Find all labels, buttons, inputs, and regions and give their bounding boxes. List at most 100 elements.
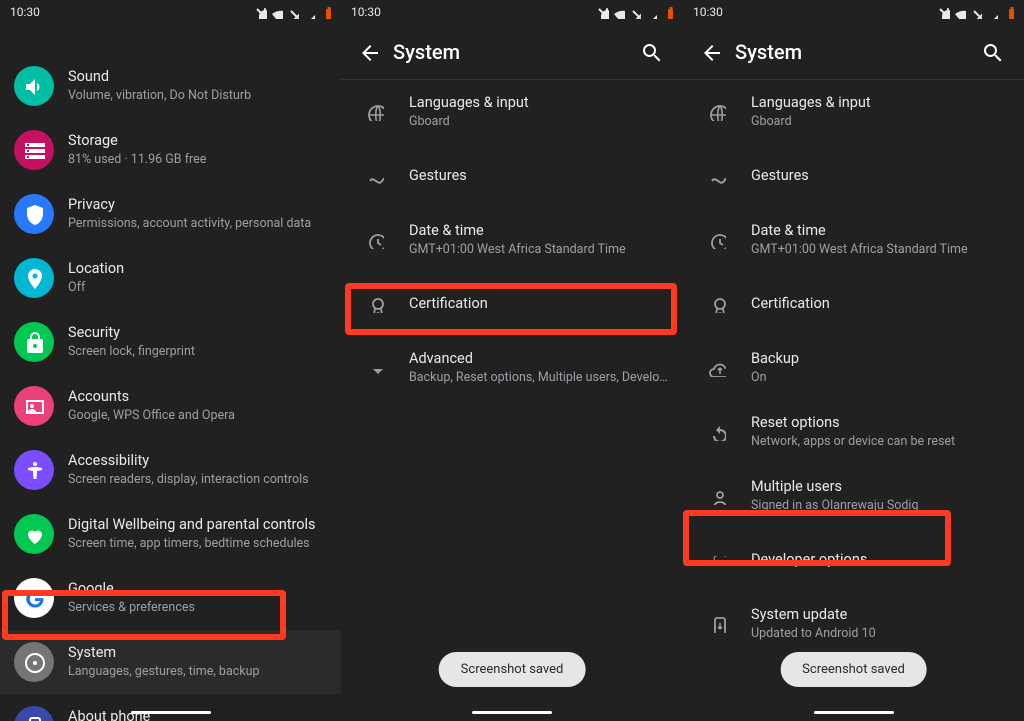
item-title: Sound bbox=[68, 67, 251, 87]
signal-icon bbox=[643, 5, 657, 19]
accounts-icon bbox=[14, 386, 54, 426]
signal-icon bbox=[984, 5, 998, 19]
item-advanced[interactable]: AdvancedBackup, Reset options, Multiple … bbox=[341, 336, 683, 400]
wellbeing-icon bbox=[14, 514, 54, 554]
item-languages[interactable]: Languages & inputGboard bbox=[341, 80, 683, 144]
status-icons bbox=[253, 5, 331, 19]
item-title: Reset options bbox=[751, 413, 955, 433]
item-title: Developer options bbox=[751, 550, 867, 570]
dnd-off-icon bbox=[595, 5, 609, 19]
search-button[interactable] bbox=[627, 28, 675, 76]
item-title: Digital Wellbeing and parental controls bbox=[68, 515, 316, 535]
item-security[interactable]: SecurityScreen lock, fingerprint bbox=[0, 310, 341, 374]
page-title: System bbox=[393, 40, 627, 64]
item-storage[interactable]: Storage81% used · 11.96 GB free bbox=[0, 118, 341, 182]
item-sub: Screen lock, fingerprint bbox=[68, 344, 195, 361]
phone-down-icon bbox=[697, 604, 737, 644]
item-sub: Network, apps or device can be reset bbox=[751, 434, 955, 451]
item-sub: Permissions, account activity, personal … bbox=[68, 216, 311, 233]
back-icon bbox=[700, 41, 722, 63]
status-icons bbox=[936, 5, 1014, 19]
item-sub: GMT+01:00 West Africa Standard Time bbox=[751, 242, 968, 259]
toast-screenshot: Screenshot saved bbox=[439, 652, 586, 687]
no-sim-icon bbox=[285, 5, 299, 19]
app-bar: System bbox=[683, 24, 1024, 80]
item-title: Multiple users bbox=[751, 477, 919, 497]
item-backup[interactable]: BackupOn bbox=[683, 336, 1024, 400]
item-sub: GMT+01:00 West Africa Standard Time bbox=[409, 242, 626, 259]
globe-icon bbox=[355, 92, 395, 132]
item-title: Advanced bbox=[409, 349, 669, 369]
status-time: 10:30 bbox=[351, 5, 381, 19]
item-location[interactable]: LocationOff bbox=[0, 246, 341, 310]
item-languages[interactable]: Languages & inputGboard bbox=[683, 80, 1024, 144]
item-title: Certification bbox=[751, 294, 830, 314]
item-gestures[interactable]: Gestures bbox=[683, 144, 1024, 208]
item-sound[interactable]: SoundVolume, vibration, Do Not Disturb bbox=[0, 54, 341, 118]
item-sub: Off bbox=[68, 280, 124, 297]
item-accessibility[interactable]: AccessibilityScreen readers, display, in… bbox=[0, 438, 341, 502]
no-sim-icon bbox=[968, 5, 982, 19]
wifi-icon bbox=[611, 5, 625, 19]
item-sub: Google, WPS Office and Opera bbox=[68, 408, 235, 425]
search-icon bbox=[640, 41, 662, 63]
nav-bar[interactable] bbox=[683, 703, 1024, 721]
item-title: Security bbox=[68, 323, 195, 343]
item-system[interactable]: SystemLanguages, gestures, time, backup bbox=[0, 630, 341, 694]
item-sub: Services & preferences bbox=[68, 600, 195, 617]
privacy-icon bbox=[14, 194, 54, 234]
item-title: Languages & input bbox=[751, 93, 871, 113]
item-reset[interactable]: Reset optionsNetwork, apps or device can… bbox=[683, 400, 1024, 464]
item-title: Date & time bbox=[409, 221, 626, 241]
back-button[interactable] bbox=[687, 28, 735, 76]
nav-bar[interactable] bbox=[341, 703, 683, 721]
gesture-icon bbox=[355, 156, 395, 196]
app-bar: System bbox=[341, 24, 683, 80]
item-sub: Volume, vibration, Do Not Disturb bbox=[68, 88, 251, 105]
item-certification[interactable]: Certification bbox=[683, 272, 1024, 336]
storage-icon bbox=[14, 130, 54, 170]
item-sub: Screen time, app timers, bedtime schedul… bbox=[68, 536, 316, 553]
item-users[interactable]: Multiple usersSigned in as Olanrewaju So… bbox=[683, 464, 1024, 528]
wifi-icon bbox=[952, 5, 966, 19]
item-title: Google bbox=[68, 579, 195, 599]
item-datetime[interactable]: Date & timeGMT+01:00 West Africa Standar… bbox=[683, 208, 1024, 272]
settings-list[interactable]: SoundVolume, vibration, Do Not Disturb S… bbox=[0, 24, 341, 721]
item-sub: Signed in as Olanrewaju Sodiq bbox=[751, 498, 919, 515]
reset-icon bbox=[697, 412, 737, 452]
clock-icon bbox=[355, 220, 395, 260]
toast-screenshot: Screenshot saved bbox=[780, 652, 927, 687]
item-title: Certification bbox=[409, 294, 488, 314]
cloud-up-icon bbox=[697, 348, 737, 388]
item-sub: Languages, gestures, time, backup bbox=[68, 664, 260, 681]
accessibility-icon bbox=[14, 450, 54, 490]
item-datetime[interactable]: Date & timeGMT+01:00 West Africa Standar… bbox=[341, 208, 683, 272]
status-icons bbox=[595, 5, 673, 19]
system-list-expanded[interactable]: Languages & inputGboard Gestures Date & … bbox=[683, 80, 1024, 721]
back-button[interactable] bbox=[345, 28, 393, 76]
item-developer[interactable]: Developer options bbox=[683, 528, 1024, 592]
item-certification[interactable]: Certification bbox=[341, 272, 683, 336]
item-google[interactable]: GoogleServices & preferences bbox=[0, 566, 341, 630]
wifi-icon bbox=[269, 5, 283, 19]
status-bar: 10:30 bbox=[341, 0, 683, 24]
nav-bar[interactable] bbox=[0, 703, 341, 721]
braces-icon bbox=[697, 540, 737, 580]
system-icon bbox=[14, 642, 54, 682]
item-wellbeing[interactable]: Digital Wellbeing and parental controlsS… bbox=[0, 502, 341, 566]
globe-icon bbox=[697, 92, 737, 132]
dnd-off-icon bbox=[936, 5, 950, 19]
google-icon bbox=[14, 578, 54, 618]
item-accounts[interactable]: AccountsGoogle, WPS Office and Opera bbox=[0, 374, 341, 438]
status-bar: 10:30 bbox=[683, 0, 1024, 24]
item-title: Storage bbox=[68, 131, 206, 151]
system-list[interactable]: Languages & inputGboard Gestures Date & … bbox=[341, 80, 683, 721]
search-button[interactable] bbox=[968, 28, 1016, 76]
back-icon bbox=[358, 41, 380, 63]
item-privacy[interactable]: PrivacyPermissions, account activity, pe… bbox=[0, 182, 341, 246]
item-title: Accounts bbox=[68, 387, 235, 407]
item-system-update[interactable]: System updateUpdated to Android 10 bbox=[683, 592, 1024, 656]
item-title: Languages & input bbox=[409, 93, 529, 113]
dnd-off-icon bbox=[253, 5, 267, 19]
item-gestures[interactable]: Gestures bbox=[341, 144, 683, 208]
